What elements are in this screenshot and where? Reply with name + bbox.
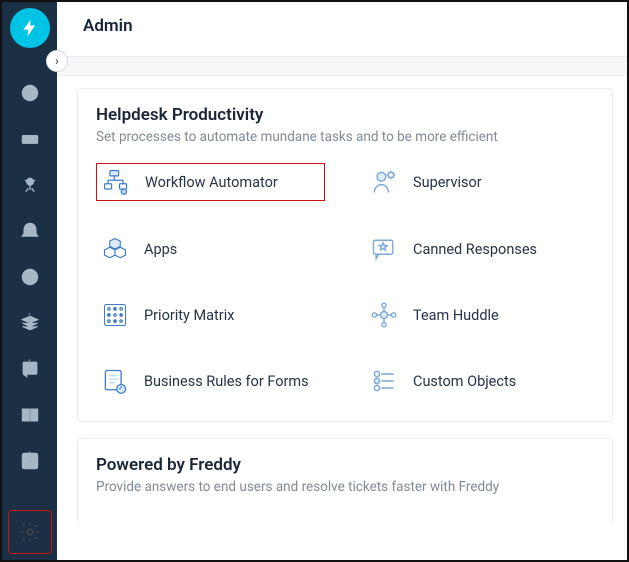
collapse-sidebar-button[interactable]: › [46,50,68,72]
item-label: Canned Responses [413,241,537,258]
item-label: Workflow Automator [145,174,278,191]
freddy-section: Powered by Freddy Provide answers to end… [77,438,613,523]
more-dots-icon: ⋮ [24,362,36,366]
main-content: Admin Helpdesk Productivity Set processe… [57,2,627,560]
nav-admin-settings[interactable] [8,510,52,554]
item-priority-matrix[interactable]: Priority Matrix [96,297,325,333]
item-apps[interactable]: Apps [96,231,325,267]
item-custom-objects[interactable]: Custom Objects [365,363,594,399]
workflow-icon [101,167,131,197]
item-team-huddle[interactable]: Team Huddle [365,297,594,333]
nav-solutions[interactable]: ⋮ [20,346,40,392]
more-dots-icon: ⋮ [24,316,36,320]
item-label: Supervisor [413,174,482,191]
more-dots-icon: ⋮ [24,454,36,458]
section-subtitle: Provide answers to end users and resolve… [96,479,594,495]
supervisor-icon [369,167,399,197]
brand-logo[interactable] [10,8,50,48]
page-header: Admin [57,2,627,46]
item-business-rules[interactable]: Business Rules for Forms [96,363,325,399]
productivity-section: Helpdesk Productivity Set processes to a… [77,88,613,422]
nav-releases[interactable] [20,254,40,300]
page-title: Admin [83,16,607,36]
nav-reports[interactable]: ⋮ [20,438,40,484]
nav-dashboard[interactable] [20,70,40,116]
matrix-icon [100,300,130,330]
nav-changes[interactable] [20,208,40,254]
section-spacer [57,56,627,76]
nav-tickets[interactable] [20,116,40,162]
nav-assets[interactable]: ⋮ [20,300,40,346]
section-title: Powered by Freddy [96,455,594,475]
item-label: Apps [144,241,177,258]
nav-problems[interactable] [20,162,40,208]
canned-icon [369,234,399,264]
section-subtitle: Set processes to automate mundane tasks … [96,129,594,145]
custom-objects-icon [369,366,399,396]
item-label: Priority Matrix [144,307,234,324]
item-label: Team Huddle [413,307,499,324]
item-canned-responses[interactable]: Canned Responses [365,231,594,267]
sidebar: › ⋮ ⋮ [2,2,57,560]
section-title: Helpdesk Productivity [96,105,594,125]
item-label: Business Rules for Forms [144,373,309,390]
apps-icon [100,234,130,264]
huddle-icon [369,300,399,330]
item-supervisor[interactable]: Supervisor [365,163,594,201]
item-workflow-automator[interactable]: Workflow Automator [96,163,325,201]
sidebar-nav: ⋮ ⋮ ⋮ [20,58,40,506]
item-label: Custom Objects [413,373,516,390]
nav-knowledge[interactable] [20,392,40,438]
rules-icon [100,366,130,396]
